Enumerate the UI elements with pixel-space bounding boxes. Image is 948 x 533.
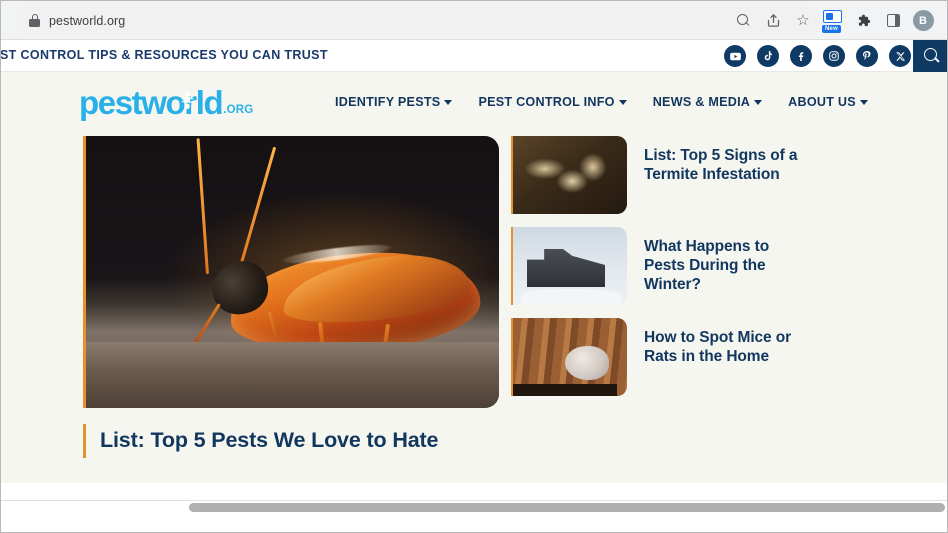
article-title: List: Top 5 Signs of a Termite Infestati…	[644, 147, 798, 184]
page-viewport: ST CONTROL TIPS & RESOURCES YOU CAN TRUS…	[1, 40, 947, 514]
pinterest-icon[interactable]	[856, 45, 878, 67]
x-twitter-icon[interactable]	[889, 45, 911, 67]
tiktok-icon[interactable]	[757, 45, 779, 67]
page-bottom-strip	[1, 483, 947, 500]
chevron-down-icon	[618, 99, 627, 105]
main-nav: IDENTIFY PESTS PEST CONTROL INFO NEWS & …	[335, 95, 868, 109]
lock-icon	[29, 14, 40, 27]
nav-item-about-us[interactable]: ABOUT US	[788, 95, 868, 109]
instagram-icon[interactable]	[823, 45, 845, 67]
hero-title: List: Top 5 Pests We Love to Hate	[100, 428, 439, 452]
nav-label: PEST CONTROL INFO	[478, 95, 615, 109]
hero-title-link[interactable]: List: Top 5 Pests We Love to Hate	[83, 424, 438, 458]
announcement-text: ST CONTROL TIPS & RESOURCES YOU CAN TRUS…	[1, 48, 328, 62]
article-title: What Happens to Pests During the Winter?	[644, 238, 770, 294]
article-item-termite[interactable]: List: Top 5 Signs of a Termite Infestati…	[511, 136, 931, 214]
ant-logo-icon	[181, 91, 194, 110]
main-content: List: Top 5 Pests We Love to Hate List: …	[1, 134, 947, 514]
logo-wordmark: pestworld	[79, 84, 224, 121]
search-icon[interactable]	[728, 6, 758, 36]
chevron-down-icon	[754, 99, 763, 105]
horizontal-scrollbar[interactable]	[1, 500, 947, 514]
toolbar-icon-group: ☆ New B	[728, 1, 938, 40]
scrollbar-thumb[interactable]	[189, 503, 945, 512]
bookmark-star-icon[interactable]: ☆	[788, 6, 818, 36]
article-title: How to Spot Mice or Rats in the Home	[644, 329, 792, 366]
hero-image[interactable]	[83, 136, 499, 408]
article-list: List: Top 5 Signs of a Termite Infestati…	[511, 136, 931, 409]
browser-window: pestworld.org ☆ New B ST CONTROL TIPS & …	[0, 0, 948, 533]
article-thumbnail	[511, 136, 627, 214]
new-badge-label: New	[822, 24, 841, 33]
cockroach-photo	[86, 136, 499, 408]
side-search-new-icon[interactable]: New	[818, 6, 848, 36]
article-item-mice[interactable]: How to Spot Mice or Rats in the Home	[511, 318, 931, 396]
logo-suffix: .ORG	[223, 104, 254, 116]
url-text: pestworld.org	[49, 13, 126, 28]
profile-initial: B	[912, 10, 934, 31]
chevron-down-icon	[859, 99, 868, 105]
site-search-button[interactable]	[913, 40, 947, 76]
nav-label: NEWS & MEDIA	[652, 95, 751, 109]
social-links	[724, 40, 911, 72]
chevron-down-icon	[444, 99, 453, 105]
site-header: pestworld .ORG IDENTIFY PESTS PEST CONTR…	[1, 72, 947, 134]
article-thumbnail	[511, 227, 627, 305]
side-panel-icon[interactable]	[878, 6, 908, 36]
youtube-icon[interactable]	[724, 45, 746, 67]
share-icon[interactable]	[758, 6, 788, 36]
search-icon	[923, 48, 939, 63]
article-item-winter[interactable]: What Happens to Pests During the Winter?	[511, 227, 931, 305]
facebook-icon[interactable]	[790, 45, 812, 67]
accent-bar	[83, 424, 86, 458]
nav-label: ABOUT US	[788, 95, 856, 109]
address-bar[interactable]: pestworld.org	[15, 7, 821, 34]
nav-label: IDENTIFY PESTS	[335, 95, 441, 109]
nav-item-identify-pests[interactable]: IDENTIFY PESTS	[335, 95, 453, 109]
browser-toolbar: pestworld.org ☆ New B	[1, 1, 947, 40]
article-thumbnail	[511, 318, 627, 396]
avatar[interactable]: B	[908, 6, 938, 36]
site-logo[interactable]: pestworld .ORG	[79, 86, 253, 119]
nav-item-pest-control-info[interactable]: PEST CONTROL INFO	[478, 95, 627, 109]
extensions-puzzle-icon[interactable]	[848, 6, 878, 36]
announcement-bar: ST CONTROL TIPS & RESOURCES YOU CAN TRUS…	[1, 40, 947, 76]
nav-item-news-media[interactable]: NEWS & MEDIA	[652, 95, 763, 109]
